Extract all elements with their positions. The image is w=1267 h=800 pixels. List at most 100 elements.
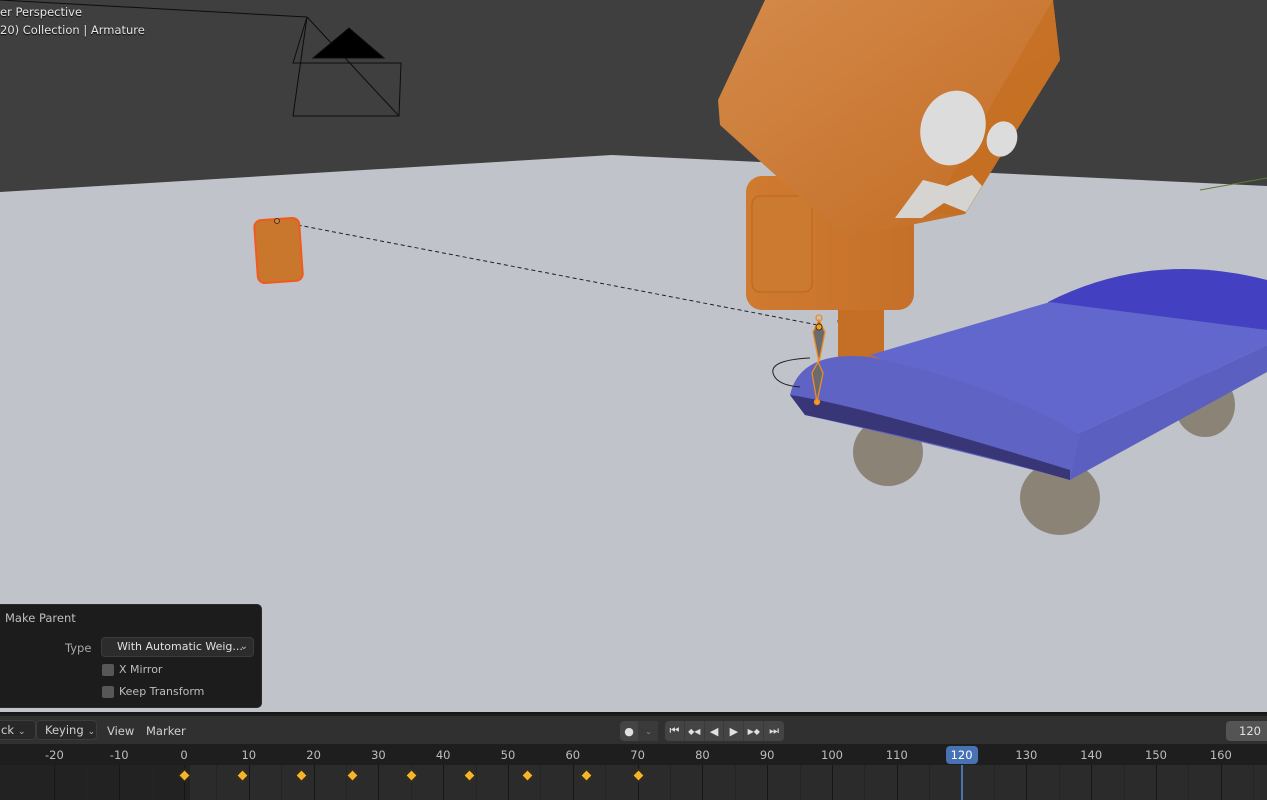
marker-menu[interactable]: Marker <box>146 724 186 738</box>
playback-controls: ⏮ ◆◀ ◀ ▶ ▶◆ ⏭ <box>665 721 784 741</box>
keyframe-diamond[interactable] <box>631 769 645 782</box>
frame-gridline <box>443 765 445 800</box>
view-menu[interactable]: View <box>107 724 134 738</box>
3d-viewport[interactable]: er Perspective 20) Collection | Armature… <box>0 0 1267 712</box>
frame-gridline <box>670 765 671 800</box>
playback-dropdown[interactable]: ack⌄ <box>0 720 36 740</box>
frame-gridline <box>378 765 380 800</box>
frame-ruler[interactable]: -20 -10 0 10 20 30 40 50 60 70 80 90 100 110 130 140 150… <box>0 744 1267 765</box>
type-label: Type <box>65 641 92 655</box>
ruler-tick-label: 130 <box>1015 748 1038 762</box>
frame-gridline <box>734 765 736 800</box>
frame-gridline <box>572 765 574 800</box>
ruler-tick-label: -10 <box>109 748 129 762</box>
chevron-down-icon: ⌄ <box>18 727 26 737</box>
chevron-down-icon: ⌄ <box>239 641 248 652</box>
ruler-tick-label: 140 <box>1080 748 1103 762</box>
frame-gridline <box>1026 765 1028 800</box>
frame-gridline <box>605 765 607 800</box>
current-frame-field[interactable]: 120 <box>1226 721 1267 741</box>
frame-gridline <box>767 765 769 800</box>
keyframe-diamond[interactable] <box>294 769 308 782</box>
frame-gridline <box>119 765 121 800</box>
frame-gridline <box>994 765 995 800</box>
keyframe-diamond[interactable] <box>521 769 535 782</box>
keyframe-diamond[interactable] <box>236 769 250 782</box>
frame-gridline <box>508 765 509 800</box>
x-mirror-label: X Mirror <box>119 663 163 676</box>
ruler-tick-label: 30 <box>371 748 386 762</box>
frame-gridline <box>1253 765 1255 800</box>
frame-gridline <box>1156 765 1157 800</box>
keying-dropdown[interactable]: Keying ⌄ <box>36 720 97 740</box>
frame-gridline <box>799 765 801 800</box>
ruler-tick-label: 80 <box>695 748 710 762</box>
keep-transform-checkbox[interactable]: Keep Transform <box>102 685 204 698</box>
jump-to-end-icon[interactable]: ⏭ <box>764 721 784 741</box>
frame-gridline <box>929 765 931 800</box>
view-perspective-label: er Perspective <box>0 5 83 19</box>
jump-to-start-icon[interactable]: ⏮ <box>665 721 685 741</box>
frame-gridline <box>832 765 833 800</box>
frame-gridline <box>54 765 56 800</box>
operator-panel-title[interactable]: Make Parent <box>5 611 76 625</box>
timeline-header: ack⌄ Keying⌄ View Marker ● ⌄ ⏮ ◆◀ ◀ ▶ ▶◆… <box>0 716 1267 744</box>
auto-keying-group: ● ⌄ <box>620 721 658 741</box>
keep-transform-label: Keep Transform <box>119 685 205 698</box>
keyframe-diamond[interactable] <box>404 769 418 782</box>
chevron-down-icon[interactable]: ⌄ <box>639 721 658 741</box>
orange-block-object[interactable] <box>253 216 304 284</box>
keying-label: Keying <box>45 723 84 737</box>
ruler-tick-label: 40 <box>435 748 451 762</box>
keyframe-diamond[interactable] <box>346 769 360 782</box>
collection-info-label: 20) Collection | Armature <box>0 23 145 37</box>
ruler-tick-label: 160 <box>1209 748 1232 762</box>
ruler-tick-label: -20 <box>44 748 64 762</box>
ruler-tick-label: 90 <box>759 748 775 762</box>
frame-gridline <box>313 765 315 800</box>
ruler-tick-label: 150 <box>1145 748 1167 762</box>
type-dropdown-value: With Automatic Weig... <box>117 640 243 653</box>
play-icon[interactable]: ▶ <box>724 721 745 741</box>
pre-range-shade <box>0 765 191 800</box>
ruler-tick-label: 60 <box>565 748 581 762</box>
play-reverse-icon[interactable]: ◀ <box>705 721 725 741</box>
jump-to-prev-keyframe-icon[interactable]: ◆◀ <box>685 721 705 741</box>
playhead-line[interactable] <box>960 765 963 800</box>
frame-gridline <box>1220 765 1222 800</box>
frame-gridline <box>346 765 347 800</box>
ruler-tick-label: 50 <box>500 748 516 762</box>
ruler-tick-label: 10 <box>241 748 257 762</box>
checkbox-box[interactable] <box>102 685 114 698</box>
playhead-frame-badge[interactable]: 120 <box>945 746 978 764</box>
frame-gridline <box>1123 765 1125 800</box>
frame-gridline <box>216 765 218 800</box>
playback-label: ack <box>0 723 15 737</box>
frame-gridline <box>22 765 23 800</box>
ruler-tick-label: 20 <box>306 748 321 762</box>
jump-to-next-keyframe-icon[interactable]: ▶◆ <box>744 721 765 741</box>
frame-gridline <box>1058 765 1060 800</box>
frame-gridline <box>540 765 542 800</box>
type-dropdown[interactable]: With Automatic Weig... ⌄ <box>101 637 254 657</box>
ruler-tick-label: 100 <box>821 748 843 762</box>
frame-gridline <box>281 765 283 800</box>
chevron-down-icon: ⌄ <box>87 727 96 737</box>
x-mirror-checkbox[interactable]: X Mirror <box>102 663 162 676</box>
frame-gridline <box>1188 765 1190 800</box>
frame-gridline <box>248 765 250 800</box>
timeline-editor[interactable]: ack⌄ Keying⌄ View Marker ● ⌄ ⏮ ◆◀ ◀ ▶ ▶◆… <box>0 712 1267 800</box>
ruler-tick-label: 110 <box>885 748 908 762</box>
keyframe-area[interactable] <box>0 765 1267 800</box>
frame-gridline <box>1091 765 1093 800</box>
frame-gridline <box>151 765 153 800</box>
checkbox-box[interactable] <box>102 663 114 676</box>
frame-gridline <box>864 765 866 800</box>
keyframe-diamond[interactable] <box>579 769 593 782</box>
frame-gridline <box>86 765 88 800</box>
make-parent-operator-panel[interactable]: Make Parent Type With Automatic Weig... … <box>0 604 262 708</box>
record-icon[interactable]: ● <box>620 721 640 741</box>
ruler-tick-label: 70 <box>630 748 645 762</box>
keyframe-diamond[interactable] <box>463 769 476 782</box>
ruler-tick-label: 0 <box>180 748 188 762</box>
